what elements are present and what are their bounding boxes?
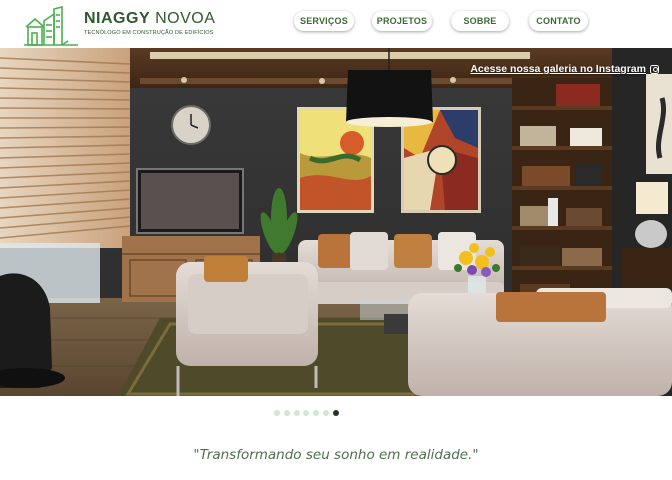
carousel-dot-3[interactable] [293, 410, 300, 416]
instagram-icon [650, 64, 659, 74]
slogan-quote: "Transformando seu sonho em realidade." [193, 447, 479, 463]
living-room-image [0, 48, 672, 396]
nav-sobre-button[interactable]: SOBRE [451, 11, 509, 31]
nav-projetos-button[interactable]: PROJETOS [372, 11, 432, 31]
carousel-dot-7-active[interactable] [332, 410, 339, 416]
site-header: NIAGGY NOVOA TECNÓLOGO EM CONSTRUÇÃO DE … [0, 0, 672, 48]
carousel-dot-2[interactable] [283, 410, 290, 416]
hero-slide: Acesse nossa galeria no Instagram [0, 48, 672, 396]
carousel-dot-1[interactable] [274, 410, 280, 416]
carousel-dot-5[interactable] [313, 410, 320, 416]
instagram-gallery-link[interactable]: Acesse nossa galeria no Instagram [470, 63, 659, 75]
nav-servicos-button[interactable]: SERVIÇOS [294, 11, 354, 31]
nav-contato-button[interactable]: CONTATO [529, 11, 588, 31]
instagram-gallery-link-label: Acesse nossa galeria no Instagram [470, 63, 646, 75]
main-nav: SERVIÇOS PROJETOS SOBRE CONTATO [0, 11, 672, 33]
carousel-dot-6[interactable] [322, 410, 329, 416]
carousel-dot-4[interactable] [303, 410, 310, 416]
carousel-indicators [274, 410, 339, 416]
